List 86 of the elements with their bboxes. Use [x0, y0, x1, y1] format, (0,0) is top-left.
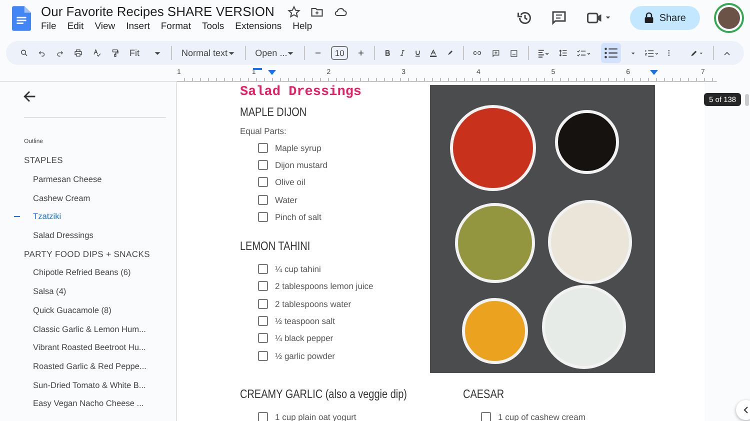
ingredient-text: Maple syrup — [275, 142, 322, 153]
scrollbar[interactable] — [745, 94, 749, 106]
link-icon[interactable] — [473, 49, 482, 57]
checkbox[interactable] — [258, 160, 268, 170]
indent-marker[interactable] — [650, 70, 658, 75]
checkbox[interactable] — [258, 316, 268, 326]
ingredient-text: 2 tablespoons water — [275, 298, 352, 309]
current-marker — [14, 216, 20, 218]
checkbox[interactable] — [258, 298, 268, 309]
recipe-heading: LEMON TAHINI — [240, 239, 312, 254]
ingredient-text: 2 tablespoons lemon juice — [275, 281, 374, 292]
document-icon[interactable] — [12, 6, 31, 31]
caret-icon — [154, 50, 161, 56]
menu-item[interactable]: Format — [160, 21, 191, 32]
checkbox[interactable] — [258, 264, 268, 274]
outline-item[interactable]: Salad Dressings — [33, 230, 94, 240]
caret-icon — [287, 50, 294, 56]
recipe-heading: CAESAR — [463, 387, 506, 401]
style-dropdown[interactable]: Normal text — [182, 48, 235, 58]
zoom-dropdown[interactable]: Fit — [130, 48, 161, 58]
menu-item[interactable]: Extensions — [235, 21, 282, 32]
outline-item[interactable]: Salsa (4) — [33, 286, 66, 296]
menu-item[interactable]: Insert — [126, 21, 150, 32]
bold-icon[interactable] — [384, 48, 390, 58]
checkbox[interactable] — [258, 281, 268, 292]
ingredient-text: Olive oil — [275, 177, 306, 188]
back-arrow-icon[interactable] — [23, 90, 36, 103]
checkbox[interactable] — [258, 350, 268, 361]
ingredient-text: ¼ cup tahini — [275, 264, 321, 274]
ingredient-text: Pinch of salt — [275, 212, 322, 222]
checkbox[interactable] — [258, 212, 268, 222]
comment-icon[interactable] — [550, 9, 568, 27]
document-heading: Salad Dressings — [240, 85, 363, 100]
indent-marker[interactable] — [253, 68, 262, 70]
font-dropdown[interactable]: Open ... — [255, 48, 294, 58]
checkbox[interactable] — [258, 194, 268, 205]
highlighter-icon[interactable] — [446, 48, 453, 58]
menu-item[interactable]: Help — [292, 21, 312, 32]
more-options-icon[interactable] — [668, 47, 670, 59]
ingredient-text: ¼ black pepper — [275, 333, 334, 344]
outline-item[interactable]: Quick Guacamole (8) — [33, 304, 112, 315]
collapse-icon[interactable] — [724, 50, 730, 56]
caret-icon[interactable] — [630, 50, 636, 56]
ingredient-text: ½ garlic powder — [275, 350, 336, 361]
bulleted-list-icon — [604, 47, 618, 59]
font-size-field[interactable]: 10 — [330, 46, 348, 60]
outline-heading[interactable]: PARTY FOOD DIPS + SNACKS — [24, 244, 176, 264]
outline-item[interactable]: Classic Garlic & Lemon Hum... — [33, 324, 146, 334]
expand-panel-button[interactable] — [736, 400, 750, 420]
outline-item[interactable]: Sun-Dried Tomato & White B... — [33, 380, 146, 390]
caret-icon — [228, 50, 235, 56]
outline-item[interactable]: Easy Vegan Nacho Cheese ... — [33, 398, 144, 408]
outline-heading[interactable]: STAPLES — [24, 151, 176, 170]
outline-item[interactable]: Tzatziki — [33, 211, 62, 222]
avatar[interactable] — [716, 5, 742, 31]
checkbox[interactable] — [258, 177, 268, 188]
menu-item[interactable]: Edit — [67, 21, 84, 32]
bulleted-list-button[interactable] — [600, 43, 621, 63]
plus-icon[interactable] — [358, 48, 364, 58]
outline-item[interactable]: Cashew Cream — [33, 192, 90, 203]
checkbox[interactable] — [258, 412, 268, 421]
ingredient-text: Water — [275, 194, 298, 205]
menu-item[interactable]: File — [41, 21, 56, 32]
share-button[interactable]: Share — [630, 6, 700, 30]
checkbox[interactable] — [258, 142, 268, 153]
lock-icon — [644, 12, 654, 24]
outline-item[interactable]: Vibrant Roasted Beetroot Hu... — [33, 342, 146, 352]
outline-item[interactable]: Parmesan Cheese — [33, 174, 102, 184]
chevron-left-icon — [743, 406, 749, 414]
text-color-icon[interactable] — [430, 46, 437, 60]
outline-item[interactable]: Roasted Garlic & Red Peppe... — [33, 360, 146, 371]
menu-item[interactable]: Tools — [202, 21, 224, 32]
ingredient-text: Dijon mustard — [275, 160, 328, 170]
checkbox[interactable] — [481, 412, 491, 421]
outline-item[interactable]: Chipotle Refried Beans (6) — [33, 267, 131, 278]
star-icon[interactable] — [287, 4, 302, 18]
document-title[interactable]: Our Favorite Recipes SHARE VERSION — [41, 4, 274, 19]
menu-item[interactable]: View — [94, 21, 116, 32]
line-spacing-icon[interactable] — [559, 47, 568, 59]
checkbox[interactable] — [258, 333, 268, 344]
recipe-note: Equal Parts: — [240, 126, 288, 136]
recipe-heading: CREAMY GARLIC (also a veggie dip) — [240, 387, 408, 401]
recipe-heading: MAPLE DIJON — [240, 105, 308, 119]
ingredient-text: ½ teaspoon salt — [275, 316, 336, 326]
italic-icon[interactable] — [400, 48, 405, 58]
indent-marker[interactable] — [268, 70, 276, 75]
